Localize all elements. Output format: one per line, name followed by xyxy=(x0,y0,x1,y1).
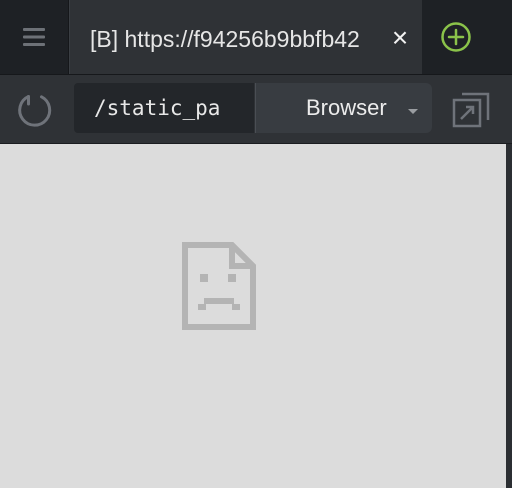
tab-title: [B] https://f94256b9bbfb42 xyxy=(90,26,360,52)
browser-window: [B] https://f94256b9bbfb42 × /static_pa … xyxy=(0,0,512,488)
sad-page-icon xyxy=(182,242,256,330)
caret-down-icon xyxy=(408,109,418,114)
url-input[interactable]: /static_pa xyxy=(74,83,254,133)
toolbar: /static_pa Browser xyxy=(0,75,512,144)
window-right-border xyxy=(506,144,512,488)
menu-button[interactable] xyxy=(0,0,69,74)
tab-bar: [B] https://f94256b9bbfb42 × xyxy=(0,0,512,75)
tab-close-button[interactable]: × xyxy=(388,24,412,52)
reload-icon[interactable] xyxy=(16,90,56,130)
plus-circle-icon xyxy=(441,22,471,52)
browser-select-label: Browser xyxy=(306,95,387,120)
browser-select[interactable]: Browser xyxy=(255,83,432,133)
menu-icon xyxy=(23,28,45,46)
new-tab-button[interactable] xyxy=(422,0,490,74)
page-viewport xyxy=(0,144,512,488)
popout-icon[interactable] xyxy=(452,92,490,128)
tab-active[interactable]: [B] https://f94256b9bbfb42 × xyxy=(69,0,423,74)
url-text: /static_pa xyxy=(94,96,221,120)
tab-bar-edge xyxy=(490,0,512,74)
